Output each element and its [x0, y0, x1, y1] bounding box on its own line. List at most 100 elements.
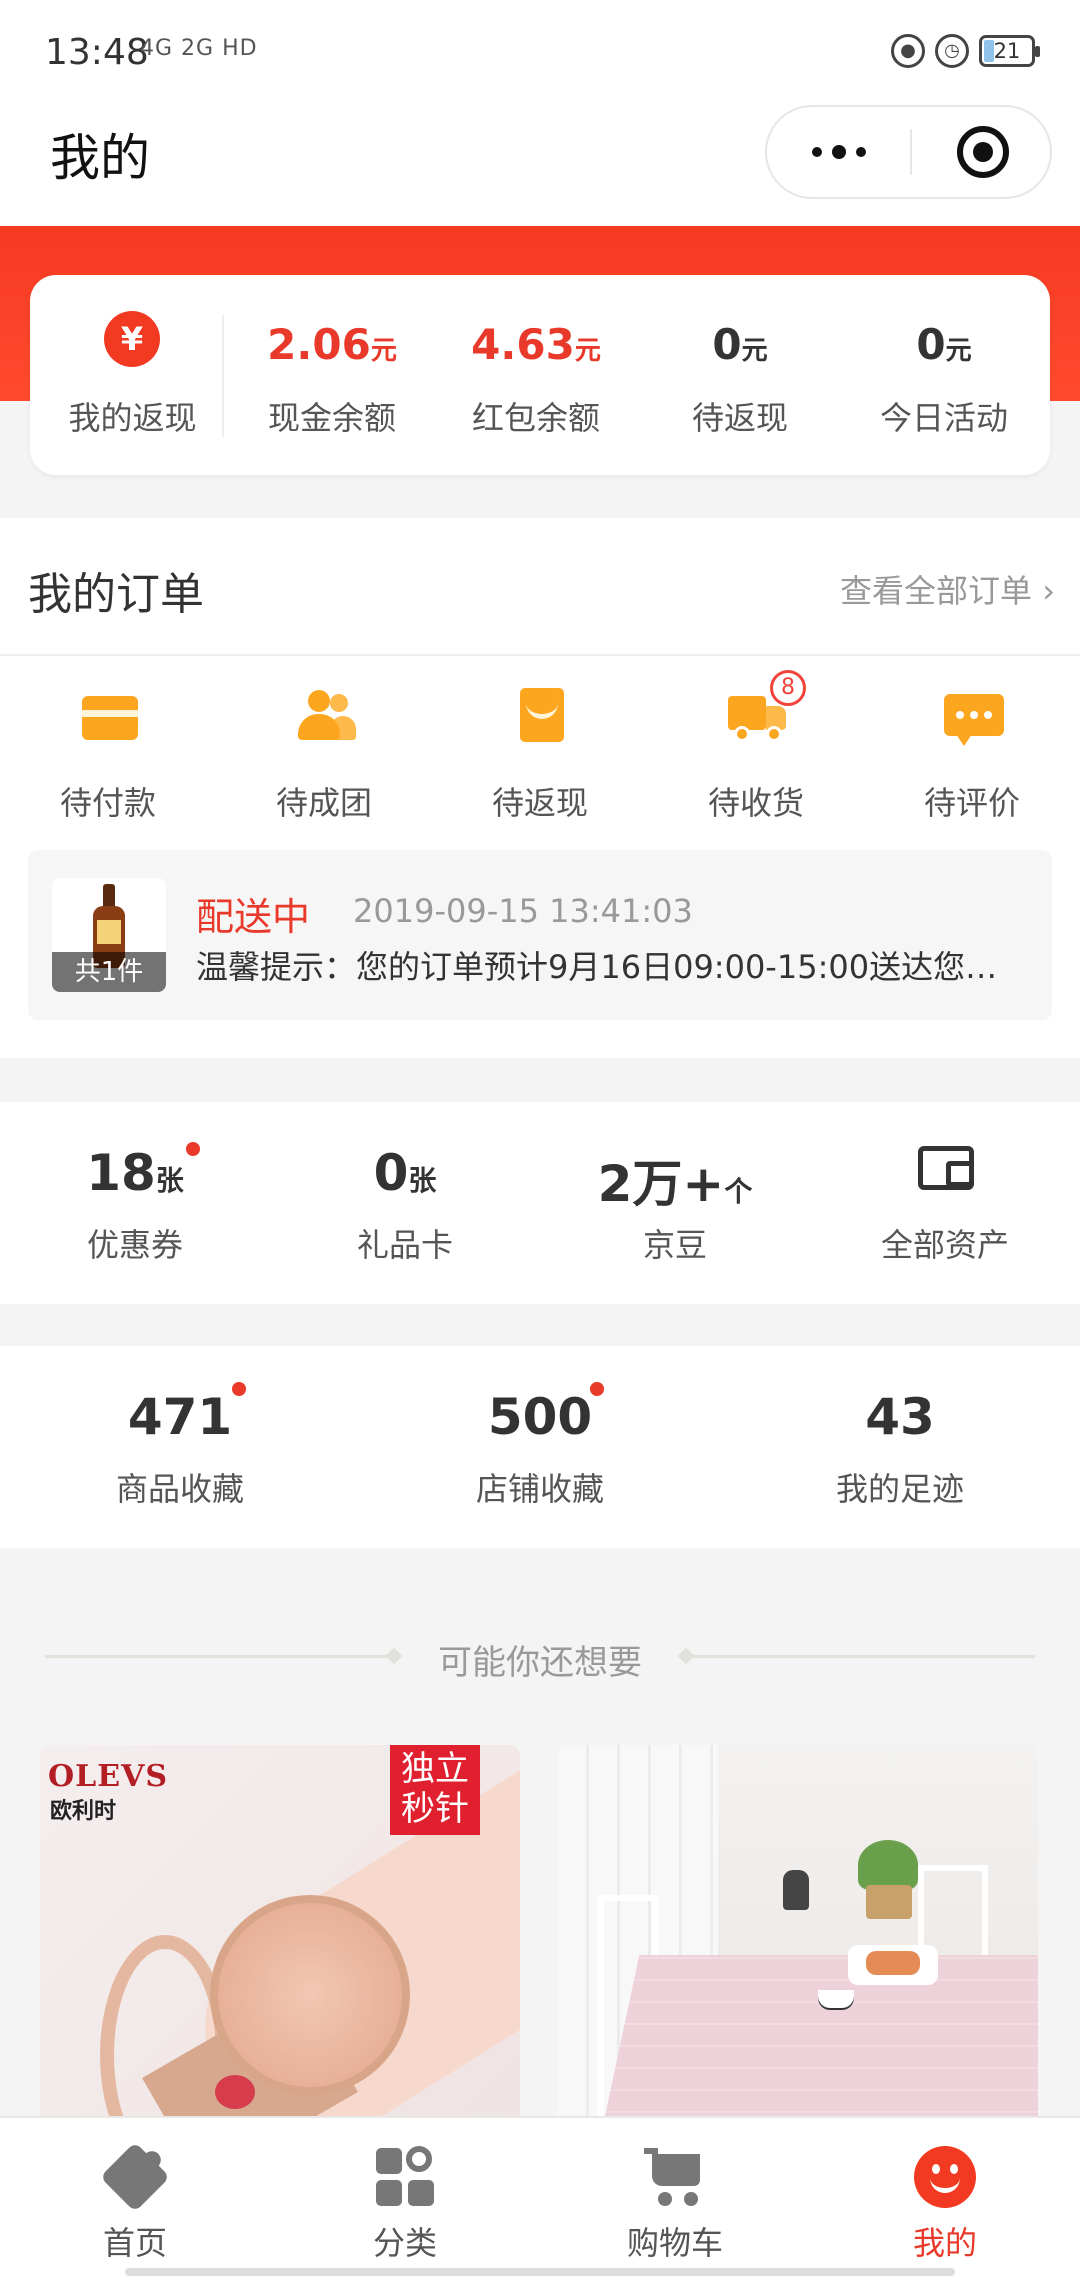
more-dot-icon	[831, 145, 846, 159]
tab-home[interactable]: 首页	[0, 2118, 270, 2280]
lock-icon: ●	[891, 34, 925, 68]
cash-balance-label: 现金余额	[267, 399, 396, 437]
order-status-pending-rebate[interactable]: 待返现	[432, 688, 648, 822]
product-favorites-value: 471	[127, 1388, 233, 1446]
truck-icon: 8	[728, 670, 806, 744]
red-packet-label: 红包余额	[471, 399, 600, 437]
status-icons: ● ◷ 21	[891, 34, 1040, 68]
title-bar: 我的	[0, 100, 1080, 226]
delivery-time: 2019-09-15 13:41:03	[353, 892, 693, 930]
coupons-value: 18张	[86, 1144, 184, 1202]
recommend-product-tablecloth[interactable]	[558, 1745, 1038, 2125]
cash-balance[interactable]: 2.06元 现金余额	[230, 275, 434, 475]
jd-beans-value: 2万+个	[597, 1155, 753, 1213]
pending-rebate-label: 待返现	[691, 399, 788, 437]
gift-cards-value: 0张	[373, 1144, 437, 1202]
miniapp-capsule	[765, 105, 1052, 199]
status-time: 13:48	[45, 32, 149, 73]
more-menu-button[interactable]	[767, 107, 910, 197]
pending-receipt-badge: 8	[770, 670, 806, 706]
store-favorites-dot	[590, 1382, 604, 1396]
today-activity-value: 0元	[916, 320, 972, 369]
wallet-icon	[80, 688, 140, 744]
order-status-label: 待成团	[275, 784, 372, 822]
plate-image	[848, 1945, 938, 1985]
gift-cards-label: 礼品卡	[356, 1226, 453, 1264]
my-footprints[interactable]: 43 我的足迹	[720, 1346, 1080, 1548]
orders-section: 我的订单 查看全部订单 › 待付款 待成团 待返现 8 待收货 待评价 共1件 …	[0, 518, 1080, 1058]
all-assets[interactable]: 全部资产	[810, 1102, 1080, 1304]
group-icon	[296, 688, 356, 744]
my-footprints-value: 43	[865, 1388, 935, 1446]
section-divider	[0, 654, 1080, 656]
view-all-orders-link[interactable]: 查看全部订单 ›	[840, 566, 1055, 612]
category-icon	[374, 2146, 436, 2208]
nail-image	[215, 2075, 255, 2109]
promo-tag: 独立秒针	[390, 1745, 480, 1835]
my-rebate-label: 我的返现	[68, 399, 197, 437]
tab-label: 分类	[372, 2224, 437, 2262]
yuan-icon: ¥	[104, 311, 160, 367]
store-favorites[interactable]: 500 店铺收藏	[360, 1346, 720, 1548]
card-divider	[222, 315, 224, 437]
home-icon	[99, 2141, 171, 2213]
brand-subtitle: 欧利时	[50, 1799, 117, 1824]
profile-icon	[914, 2146, 976, 2208]
item-count: 共1件	[52, 952, 166, 992]
jd-beans-label: 京豆	[642, 1226, 707, 1264]
cart-icon	[644, 2146, 706, 2208]
coupons-label: 优惠券	[86, 1226, 183, 1264]
jd-beans[interactable]: 2万+个 京豆	[540, 1102, 810, 1304]
product-favorites-label: 商品收藏	[115, 1470, 244, 1508]
home-indicator	[125, 2268, 955, 2276]
order-status-pending-receipt[interactable]: 8 待收货	[648, 670, 864, 822]
wallet-icon	[918, 1146, 974, 1190]
figurine-image	[783, 1870, 809, 1910]
today-activity[interactable]: 0元 今日活动	[842, 275, 1046, 475]
product-favorites-dot	[232, 1382, 246, 1396]
gift-cards[interactable]: 0张 礼品卡	[270, 1102, 540, 1304]
alarm-icon: ◷	[935, 34, 969, 68]
status-bar: 13:48 4G 2G HD ● ◷ 21	[0, 0, 1080, 100]
pending-rebate-value: 0元	[712, 320, 768, 369]
tab-profile[interactable]: 我的	[810, 2118, 1080, 2280]
order-status-pending-group[interactable]: 待成团	[216, 688, 432, 822]
watch-face-image	[210, 1895, 410, 2095]
tab-label: 首页	[102, 2224, 167, 2262]
product-favorites[interactable]: 471 商品收藏	[0, 1346, 360, 1548]
order-status-pending-payment[interactable]: 待付款	[0, 688, 216, 822]
battery-icon: 21	[979, 35, 1040, 67]
plant-pot-image	[866, 1885, 912, 1919]
cup-image	[818, 1990, 854, 2008]
assets-card: ¥ 我的返现 2.06元 现金余额 4.63元 红包余额 0元 待返现 0元 今…	[30, 275, 1050, 475]
order-status-pending-review[interactable]: 待评价	[864, 688, 1080, 822]
recommend-title: 可能你还想要	[438, 1643, 642, 1683]
delivery-card[interactable]: 共1件 配送中 2019-09-15 13:41:03 温馨提示：您的订单预计9…	[28, 850, 1052, 1020]
order-status-label: 待评价	[923, 784, 1020, 822]
cash-balance-value: 2.06元	[267, 320, 397, 369]
tab-category[interactable]: 分类	[270, 2118, 540, 2280]
orders-title: 我的订单	[28, 569, 204, 620]
product-thumbnail: 共1件	[52, 878, 166, 992]
red-envelope-icon	[512, 688, 572, 744]
delivery-status: 配送中	[196, 895, 311, 939]
page-title: 我的	[50, 129, 150, 187]
recommend-product-watch[interactable]: OLEVS 欧利时 独立秒针	[40, 1745, 520, 2125]
tab-label: 购物车	[626, 2224, 723, 2262]
red-packet-balance[interactable]: 4.63元 红包余额	[434, 275, 638, 475]
close-miniapp-icon[interactable]	[957, 126, 1009, 178]
my-rebate-button[interactable]: ¥ 我的返现	[30, 275, 225, 475]
bottom-tab-bar: 首页 分类 购物车 我的	[0, 2116, 1080, 2280]
coupons[interactable]: 18张 优惠券	[0, 1102, 270, 1304]
plant-image	[858, 1840, 918, 1890]
tablecloth-image	[596, 1955, 1038, 2125]
order-status-label: 待收货	[707, 784, 804, 822]
capsule-divider	[910, 129, 912, 175]
rec-divider-right	[690, 1655, 1035, 1658]
battery-level: 21	[993, 39, 1021, 63]
network-indicator: 4G 2G HD	[140, 36, 258, 61]
tab-cart[interactable]: 购物车	[540, 2118, 810, 2280]
pending-rebate[interactable]: 0元 待返现	[638, 275, 842, 475]
order-status-label: 待付款	[59, 784, 156, 822]
all-assets-label: 全部资产	[880, 1226, 1009, 1264]
